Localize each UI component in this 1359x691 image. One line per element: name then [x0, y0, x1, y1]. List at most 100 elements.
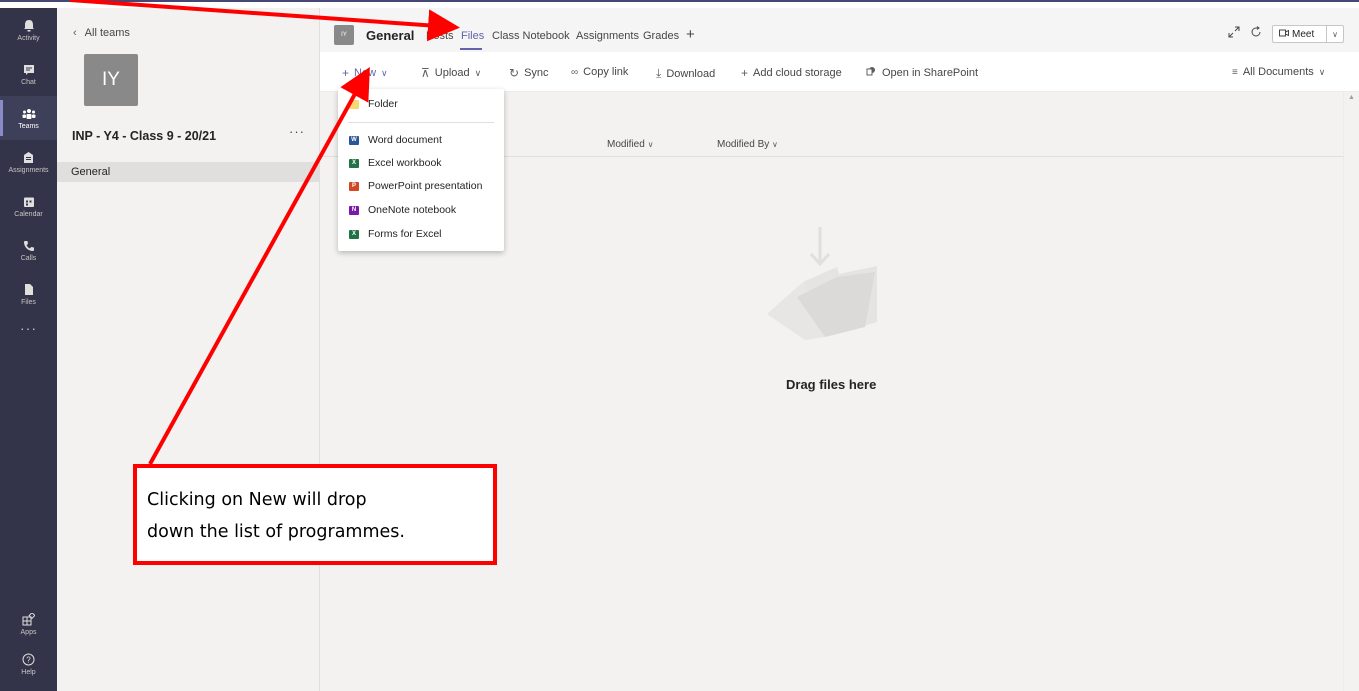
team-name: INP - Y4 - Class 9 - 20/21 [72, 129, 217, 143]
active-tab-indicator [460, 48, 482, 50]
onenote-icon: N [349, 205, 359, 215]
menu-item-folder[interactable]: Folder [338, 94, 504, 114]
rail-item-teams[interactable]: Teams [0, 96, 57, 140]
column-header-modified[interactable]: Modified ∨ [607, 139, 653, 150]
menu-item-onenote[interactable]: N OneNote notebook [338, 200, 504, 220]
channel-title: General [366, 28, 415, 43]
rail-item-help[interactable]: ? Help [0, 642, 57, 686]
folder-icon [349, 99, 359, 109]
rail-item-apps[interactable]: Apps [0, 602, 57, 646]
meet-label: Meet [1292, 28, 1315, 40]
channel-avatar: IY [334, 25, 354, 45]
sync-icon: ↻ [509, 66, 520, 80]
rail-item-chat[interactable]: Chat [0, 52, 57, 96]
view-selector[interactable]: ≡ All Documents ∨ [1232, 66, 1325, 78]
rail-label: Activity [17, 34, 40, 42]
chevron-down-icon: ∨ [1318, 66, 1326, 77]
new-label: New [354, 67, 377, 79]
upload-icon: ⊼ [421, 66, 430, 80]
rail-label: Calendar [14, 210, 43, 218]
open-sharepoint-button[interactable]: Open in SharePoint [866, 66, 978, 80]
assignments-icon [22, 151, 36, 165]
vertical-scrollbar[interactable]: ▲ [1343, 92, 1359, 691]
annotation-callout: Clicking on New will drop down the list … [133, 464, 497, 565]
sync-button[interactable]: ↻ Sync [509, 66, 549, 80]
drag-files-text: Drag files here [786, 377, 877, 392]
chevron-down-icon: ∨ [381, 67, 388, 78]
scroll-up-icon[interactable]: ▲ [1348, 94, 1355, 101]
team-avatar: IY [84, 54, 138, 106]
tab-class-notebook[interactable]: Class Notebook [492, 30, 570, 42]
channel-header: IY General Posts Files Class Notebook As… [320, 8, 1359, 52]
annotation-line-2: down the list of programmes. [147, 522, 405, 542]
chat-icon [22, 63, 36, 77]
plus-icon: + [342, 66, 350, 80]
excel-icon: X [349, 158, 359, 168]
chevron-down-icon[interactable]: ∨ [1327, 30, 1343, 39]
rail-label: Help [21, 668, 36, 676]
column-header-modified-by[interactable]: Modified By ∨ [717, 139, 778, 150]
download-label: Download [666, 67, 716, 80]
copy-link-label: Copy link [583, 66, 629, 78]
rail-item-calls[interactable]: Calls [0, 228, 57, 272]
help-icon: ? [22, 653, 36, 667]
view-label: All Documents [1242, 66, 1314, 78]
new-button[interactable]: + New ∨ [342, 66, 388, 80]
svg-text:?: ? [26, 655, 31, 664]
download-button[interactable]: ⤓ Download [656, 66, 715, 81]
all-teams-link[interactable]: ‹ All teams [73, 27, 130, 39]
sharepoint-icon [866, 66, 877, 80]
phone-icon [22, 239, 36, 253]
rail-item-files[interactable]: Files [0, 272, 57, 316]
link-icon: ∞ [571, 66, 579, 78]
tab-files[interactable]: Files [461, 30, 484, 42]
sharepoint-label: Open in SharePoint [882, 67, 979, 79]
tab-grades[interactable]: Grades [643, 30, 679, 42]
more-apps-icon[interactable]: ··· [0, 320, 57, 336]
menu-item-powerpoint[interactable]: P PowerPoint presentation [338, 176, 504, 196]
rail-label: Assignments [8, 166, 49, 174]
add-cloud-label: Add cloud storage [753, 67, 842, 79]
rail-label: Chat [21, 78, 36, 86]
meet-button[interactable]: Meet ∨ [1272, 25, 1344, 43]
menu-divider [348, 122, 494, 123]
upload-label: Upload [434, 67, 470, 79]
word-icon: W [349, 135, 359, 145]
video-camera-icon [1279, 29, 1289, 40]
menu-item-word-document[interactable]: W Word document [338, 130, 504, 150]
bell-icon [22, 19, 36, 33]
menu-item-label: Excel workbook [368, 157, 442, 169]
expand-icon[interactable] [1228, 26, 1240, 41]
refresh-icon[interactable] [1250, 26, 1262, 41]
team-more-options-icon[interactable]: ··· [289, 124, 305, 139]
top-border [0, 0, 1359, 8]
chevron-down-icon: ∨ [474, 67, 482, 78]
add-tab-icon[interactable]: + [686, 26, 695, 43]
app-rail: Activity Chat Teams Assignments Calendar… [0, 8, 57, 691]
rail-item-activity[interactable]: Activity [0, 8, 57, 52]
menu-item-label: PowerPoint presentation [368, 180, 483, 192]
sync-label: Sync [524, 67, 549, 79]
empty-folder-illustration [767, 227, 877, 340]
rail-label: Teams [18, 122, 39, 130]
rail-item-calendar[interactable]: Calendar [0, 184, 57, 228]
files-toolbar: + New ∨ ⊼ Upload ∨ ↻ Sync ∞ Copy link ⤓ … [320, 52, 1359, 92]
menu-item-label: Folder [368, 98, 398, 110]
tab-assignments[interactable]: Assignments [576, 30, 639, 42]
rail-label: Apps [20, 628, 37, 636]
rail-item-assignments[interactable]: Assignments [0, 140, 57, 184]
rail-label: Files [21, 298, 36, 306]
new-dropdown-menu: Folder W Word document X Excel workbook … [338, 89, 504, 251]
add-cloud-storage-button[interactable]: + Add cloud storage [741, 66, 842, 80]
upload-button[interactable]: ⊼ Upload ∨ [421, 66, 481, 80]
download-icon: ⤓ [656, 66, 662, 80]
menu-item-label: Forms for Excel [368, 228, 442, 240]
channel-item-general[interactable]: General [57, 162, 319, 182]
menu-item-excel-workbook[interactable]: X Excel workbook [338, 153, 504, 173]
team-panel: ‹ All teams IY INP - Y4 - Class 9 - 20/2… [57, 8, 320, 691]
copy-link-button[interactable]: ∞ Copy link [571, 66, 628, 78]
plus-icon: + [741, 66, 749, 80]
menu-item-label: Word document [368, 134, 442, 146]
menu-item-forms-for-excel[interactable]: X Forms for Excel [338, 224, 504, 244]
tab-posts[interactable]: Posts [426, 30, 454, 42]
